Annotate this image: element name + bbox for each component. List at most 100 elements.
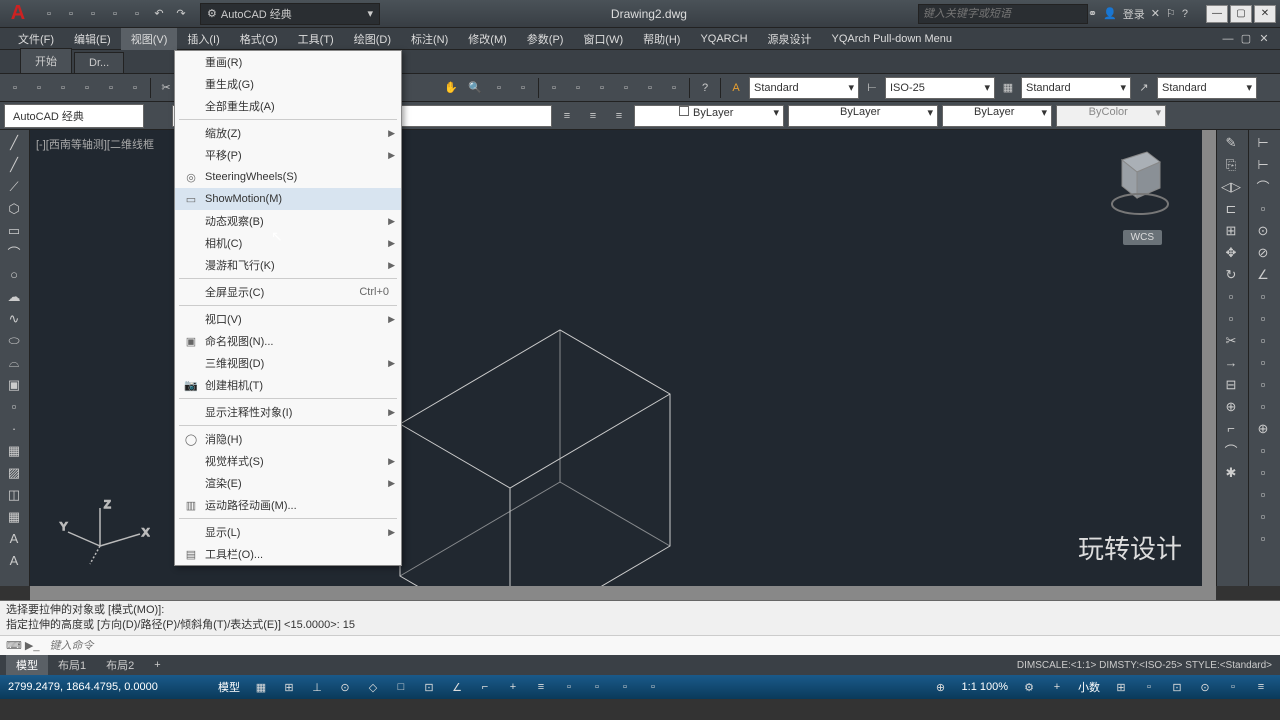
qat-saveas-icon[interactable]: ▫	[105, 4, 125, 24]
menu-item-O[interactable]: ▤工具栏(O)...	[175, 543, 401, 565]
arc-icon[interactable]: ⌒	[2, 242, 26, 263]
menu-dimension[interactable]: 标注(N)	[401, 28, 458, 50]
scale-icon[interactable]: ▫	[1219, 286, 1243, 307]
zoom-icon[interactable]: 🔍	[464, 77, 486, 99]
snap-icon[interactable]: ⊞	[278, 678, 300, 696]
dim-break-icon[interactable]: ▫	[1251, 374, 1275, 395]
calc-icon[interactable]: ▫	[663, 77, 685, 99]
dim-linear-icon[interactable]: ⊢	[1251, 132, 1275, 153]
user-icon[interactable]: 👤	[1103, 7, 1117, 20]
menu-item-H[interactable]: ◯消隐(H)	[175, 428, 401, 450]
doc-restore[interactable]: ▢	[1238, 32, 1254, 46]
vertical-scrollbar[interactable]	[1202, 130, 1216, 586]
menu-format[interactable]: 格式(O)	[230, 28, 288, 50]
plot-style-dropdown[interactable]: ByColor▾	[1056, 105, 1166, 127]
dim-radius-icon[interactable]: ⊙	[1251, 220, 1275, 241]
menu-file[interactable]: 文件(F)	[8, 28, 64, 50]
preview-icon[interactable]: ▫	[100, 77, 122, 99]
dim-ordinate-icon[interactable]: ▫	[1251, 198, 1275, 219]
doc-close[interactable]: ✕	[1256, 32, 1272, 46]
qat-save-icon[interactable]: ▫	[83, 4, 103, 24]
spline-icon[interactable]: ∿	[2, 308, 26, 329]
otrack-icon[interactable]: ∠	[446, 678, 468, 696]
annoscale-icon[interactable]: ⊕	[930, 678, 952, 696]
mleader-style-dropdown[interactable]: Standard▾	[1157, 77, 1257, 99]
design-center-icon[interactable]: ▫	[567, 77, 589, 99]
help-toolbar-icon[interactable]: ?	[694, 77, 716, 99]
pan-icon[interactable]: ✋	[440, 77, 462, 99]
mtext-icon[interactable]: A	[2, 528, 26, 549]
menu-parametric[interactable]: 参数(P)	[517, 28, 574, 50]
revcloud-icon[interactable]: ☁	[2, 286, 26, 307]
layout-tab-1[interactable]: 布局1	[48, 655, 96, 675]
search-input[interactable]	[918, 4, 1088, 24]
wcs-badge[interactable]: WCS	[1123, 230, 1162, 245]
lock-ui-icon[interactable]: ▫	[1138, 678, 1160, 696]
circle-icon[interactable]: ○	[2, 264, 26, 285]
menu-item-SteeringWheelsS[interactable]: ◎SteeringWheels(S)	[175, 166, 401, 188]
copy-obj-icon[interactable]: ⎘	[1219, 154, 1243, 175]
gear-status-icon[interactable]: ⚙	[1018, 678, 1040, 696]
insert-block-icon[interactable]: ▣	[2, 374, 26, 395]
file-tab-drawing[interactable]: Dr...	[74, 52, 124, 73]
units-display[interactable]: 小数	[1074, 679, 1104, 695]
new-icon[interactable]: ▫	[4, 77, 26, 99]
linetype-dropdown[interactable]: ByLayer▾	[788, 105, 938, 127]
table-style-icon[interactable]: ▦	[997, 77, 1019, 99]
workspace-box[interactable]: AutoCAD 经典	[4, 104, 144, 128]
dim-space-icon[interactable]: ▫	[1251, 352, 1275, 373]
point-icon[interactable]: ·	[2, 418, 26, 439]
hardware-icon[interactable]: ⊡	[1166, 678, 1188, 696]
dim-baseline-icon[interactable]: ▫	[1251, 308, 1275, 329]
markup-icon[interactable]: ▫	[639, 77, 661, 99]
sheet-set-icon[interactable]: ▫	[615, 77, 637, 99]
dyn-icon[interactable]: +	[502, 678, 524, 696]
layer-iso-icon[interactable]: ≡	[608, 105, 630, 127]
dim-diameter-icon[interactable]: ⊘	[1251, 242, 1275, 263]
table-style-dropdown[interactable]: Standard▾	[1021, 77, 1131, 99]
join-icon[interactable]: ⊕	[1219, 396, 1243, 417]
sc-icon[interactable]: ▫	[614, 678, 636, 696]
menu-item-R[interactable]: 重画(R)	[175, 51, 401, 73]
line-icon[interactable]: ╱	[2, 132, 26, 153]
dim-continue-icon[interactable]: ▫	[1251, 330, 1275, 351]
qat-print-icon[interactable]: ▫	[127, 4, 147, 24]
scale-display[interactable]: 1:1 100%	[958, 681, 1012, 693]
iso-icon[interactable]: ◇	[362, 678, 384, 696]
menu-yq-design[interactable]: 源泉设计	[758, 28, 822, 50]
menu-help[interactable]: 帮助(H)	[633, 28, 690, 50]
menu-item-N[interactable]: ▣命名视图(N)...	[175, 330, 401, 352]
lwt-icon[interactable]: ≡	[530, 678, 552, 696]
ellipse-arc-icon[interactable]: ⌓	[2, 352, 26, 373]
text-style-icon[interactable]: A	[725, 77, 747, 99]
open-icon[interactable]: ▫	[28, 77, 50, 99]
dim-quick-icon[interactable]: ▫	[1251, 286, 1275, 307]
move-icon[interactable]: ✥	[1219, 242, 1243, 263]
file-tab-start[interactable]: 开始	[20, 48, 72, 73]
color-dropdown[interactable]: ByLayer▾	[634, 105, 784, 127]
extend-icon[interactable]: →	[1219, 352, 1243, 373]
lineweight-dropdown[interactable]: ByLayer▾	[942, 105, 1052, 127]
menu-view[interactable]: 视图(V)	[121, 28, 178, 50]
make-block-icon[interactable]: ▫	[2, 396, 26, 417]
close-button[interactable]: ✕	[1254, 5, 1276, 23]
menu-item-C[interactable]: 相机(C)▶	[175, 232, 401, 254]
save-icon[interactable]: ▫	[52, 77, 74, 99]
model-space-button[interactable]: 模型	[214, 679, 244, 695]
am-icon[interactable]: ▫	[642, 678, 664, 696]
menu-item-K[interactable]: 漫游和飞行(K)▶	[175, 254, 401, 276]
menu-yqarch[interactable]: YQARCH	[690, 30, 757, 48]
publish-icon[interactable]: ▫	[124, 77, 146, 99]
menu-item-D[interactable]: 三维视图(D)▶	[175, 352, 401, 374]
jog-icon[interactable]: ▫	[1251, 462, 1275, 483]
gradient-icon[interactable]: ▨	[2, 462, 26, 483]
polar-icon[interactable]: ⊙	[334, 678, 356, 696]
cart-icon[interactable]: ⚐	[1166, 7, 1176, 20]
clean-screen-icon[interactable]: ▫	[1222, 678, 1244, 696]
xline-icon[interactable]: ╱	[2, 154, 26, 175]
menu-edit[interactable]: 编辑(E)	[64, 28, 121, 50]
menu-item-ShowMotionM[interactable]: ▭ShowMotion(M)	[175, 188, 401, 210]
region-icon[interactable]: ◫	[2, 484, 26, 505]
exchange-app-icon[interactable]: ✕	[1151, 7, 1160, 20]
login-link[interactable]: 登录	[1123, 6, 1145, 22]
